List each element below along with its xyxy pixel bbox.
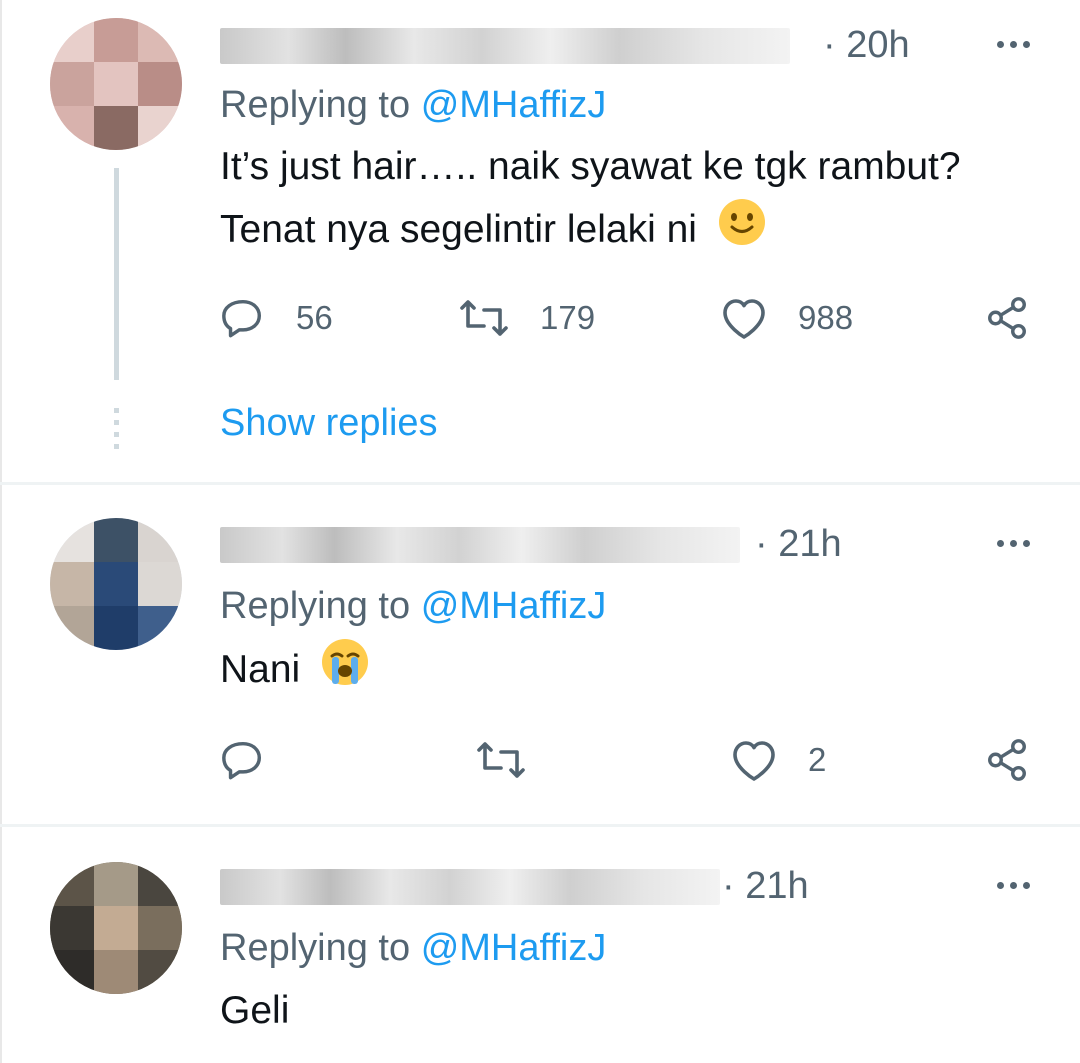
reply-icon bbox=[222, 741, 262, 780]
mention-link[interactable]: @MHaffizJ bbox=[421, 927, 607, 969]
retweet-icon bbox=[477, 742, 525, 778]
replying-to: Replying to @MHaffizJ bbox=[220, 84, 606, 127]
retweet-count: 179 bbox=[540, 299, 596, 336]
like-count: 988 bbox=[798, 299, 854, 336]
reply-tweet-3[interactable]: · 21h Replying to @MHaffizJ Geli bbox=[0, 827, 1080, 1063]
retweet-icon bbox=[460, 300, 508, 336]
reply-icon bbox=[222, 299, 262, 338]
more-icon[interactable] bbox=[970, 523, 1030, 563]
retweet-button[interactable] bbox=[475, 730, 557, 790]
share-icon bbox=[988, 297, 1026, 339]
avatar[interactable] bbox=[50, 18, 182, 150]
share-button[interactable] bbox=[984, 730, 1030, 790]
like-icon bbox=[733, 741, 775, 781]
tweet-text-line: It’s just hair….. naik syawat ke tgk ram… bbox=[220, 145, 961, 188]
replying-to-label: Replying to bbox=[220, 84, 411, 126]
replying-to: Replying to @MHaffizJ bbox=[220, 927, 606, 970]
retweet-button[interactable]: 179 bbox=[458, 288, 595, 348]
like-button[interactable]: 2 bbox=[730, 730, 826, 790]
share-button[interactable] bbox=[984, 288, 1030, 348]
timestamp[interactable]: · 21h bbox=[755, 523, 842, 566]
reply-count: 56 bbox=[296, 299, 333, 336]
tweet-text: Nani bbox=[220, 638, 369, 705]
display-name-blurred[interactable] bbox=[220, 527, 740, 563]
more-icon[interactable] bbox=[970, 865, 1030, 905]
timestamp[interactable]: · 21h bbox=[722, 865, 809, 908]
loudly-crying-face-icon bbox=[321, 638, 369, 705]
replying-to-label: Replying to bbox=[220, 585, 411, 627]
avatar[interactable] bbox=[50, 862, 182, 994]
thread-line bbox=[114, 168, 119, 380]
avatar[interactable] bbox=[50, 518, 182, 650]
display-name-blurred[interactable] bbox=[220, 28, 790, 64]
reply-button[interactable]: 56 bbox=[220, 288, 333, 348]
thread-dots bbox=[114, 408, 119, 456]
more-icon[interactable] bbox=[970, 24, 1030, 64]
reply-tweet-1[interactable]: · 20h Replying to @MHaffizJ It’s just ha… bbox=[0, 0, 1080, 482]
reply-tweet-2[interactable]: · 21h Replying to @MHaffizJ Nani 2 bbox=[0, 485, 1080, 823]
like-count: 2 bbox=[808, 741, 827, 778]
tweet-text-line: Tenat nya segelintir lelaki ni bbox=[220, 207, 697, 251]
replying-to-label: Replying to bbox=[220, 927, 411, 969]
show-replies-link[interactable]: Show replies bbox=[220, 402, 438, 445]
like-icon bbox=[723, 299, 765, 339]
tweet-text: Geli bbox=[220, 980, 289, 1042]
slightly-smiling-face-icon bbox=[718, 198, 766, 265]
mention-link[interactable]: @MHaffizJ bbox=[421, 585, 607, 627]
timestamp[interactable]: · 20h bbox=[823, 24, 910, 67]
reply-button[interactable] bbox=[220, 730, 296, 790]
replying-to: Replying to @MHaffizJ bbox=[220, 585, 606, 628]
display-name-blurred[interactable] bbox=[220, 869, 720, 905]
tweet-text-line: Nani bbox=[220, 647, 301, 691]
tweet-text: It’s just hair….. naik syawat ke tgk ram… bbox=[220, 136, 961, 265]
mention-link[interactable]: @MHaffizJ bbox=[421, 84, 607, 126]
like-button[interactable]: 988 bbox=[720, 288, 853, 348]
tweet-text-line: Geli bbox=[220, 989, 290, 1032]
share-icon bbox=[988, 739, 1026, 781]
